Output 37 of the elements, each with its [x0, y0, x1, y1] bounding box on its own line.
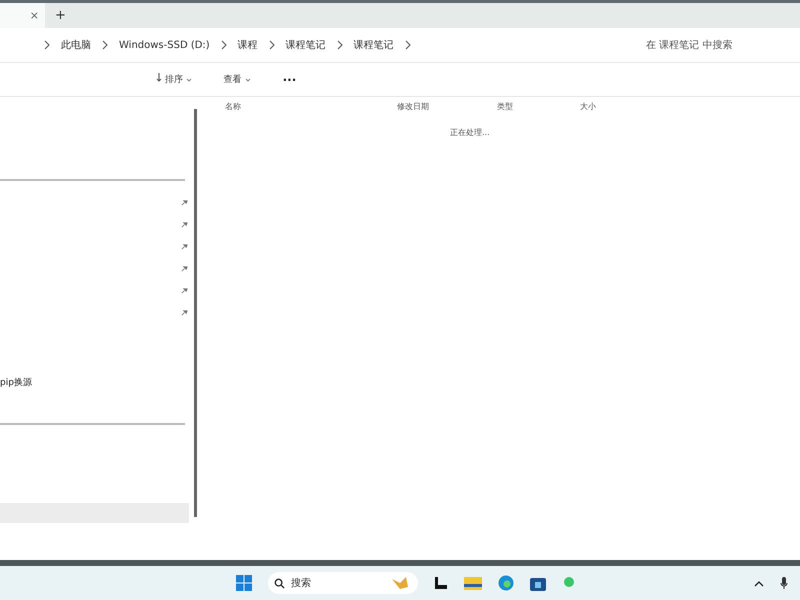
more-button[interactable]: ···: [276, 70, 302, 88]
chevron-icon: [336, 40, 343, 50]
arrow-down-icon: [156, 73, 162, 82]
search-field[interactable]: 在 课程笔记 中搜索: [644, 38, 788, 52]
scrollbar[interactable]: [194, 109, 197, 517]
chevron-up-icon[interactable]: [754, 580, 764, 586]
column-header[interactable]: 大小: [580, 101, 596, 112]
chevron-icon: [268, 40, 275, 50]
windows-start-icon[interactable]: [236, 575, 252, 591]
breadcrumb-item[interactable]: 此电脑: [61, 38, 91, 52]
close-tab-button[interactable]: ×: [30, 9, 39, 22]
task-view-icon[interactable]: [434, 576, 448, 590]
folder-icon[interactable]: [464, 575, 482, 591]
new-tab-button[interactable]: +: [55, 3, 66, 28]
chevron-icon: [404, 40, 411, 50]
column-header[interactable]: 名称: [225, 101, 241, 112]
search-icon: [274, 578, 285, 588]
store-icon[interactable]: [530, 575, 546, 591]
column-header[interactable]: 类型: [497, 101, 513, 112]
column-header[interactable]: 修改日期: [397, 101, 429, 112]
status-text: 正在处理...: [450, 127, 490, 138]
breadcrumb-item[interactable]: Windows-SSD (D:): [119, 40, 210, 50]
chevron-icon: [220, 40, 227, 50]
breadcrumb-item[interactable]: 课程笔记: [354, 38, 394, 52]
sort-button[interactable]: 排序: [150, 71, 198, 88]
view-button[interactable]: 查看: [218, 71, 257, 88]
chevron-icon: [44, 40, 50, 50]
sidebar-item[interactable]: pip换源: [0, 376, 200, 389]
caret-icon: [186, 78, 192, 82]
breadcrumb-item[interactable]: 课程: [238, 38, 258, 52]
breadcrumb-item[interactable]: 课程笔记: [286, 38, 326, 52]
folder-tab[interactable]: ×: [0, 3, 45, 28]
browser-icon[interactable]: [498, 575, 514, 591]
chevron-icon: [102, 40, 108, 50]
caret-icon: [244, 78, 251, 82]
microphone-icon[interactable]: [780, 576, 788, 590]
taskbar-search-field[interactable]: 搜索: [268, 572, 418, 594]
